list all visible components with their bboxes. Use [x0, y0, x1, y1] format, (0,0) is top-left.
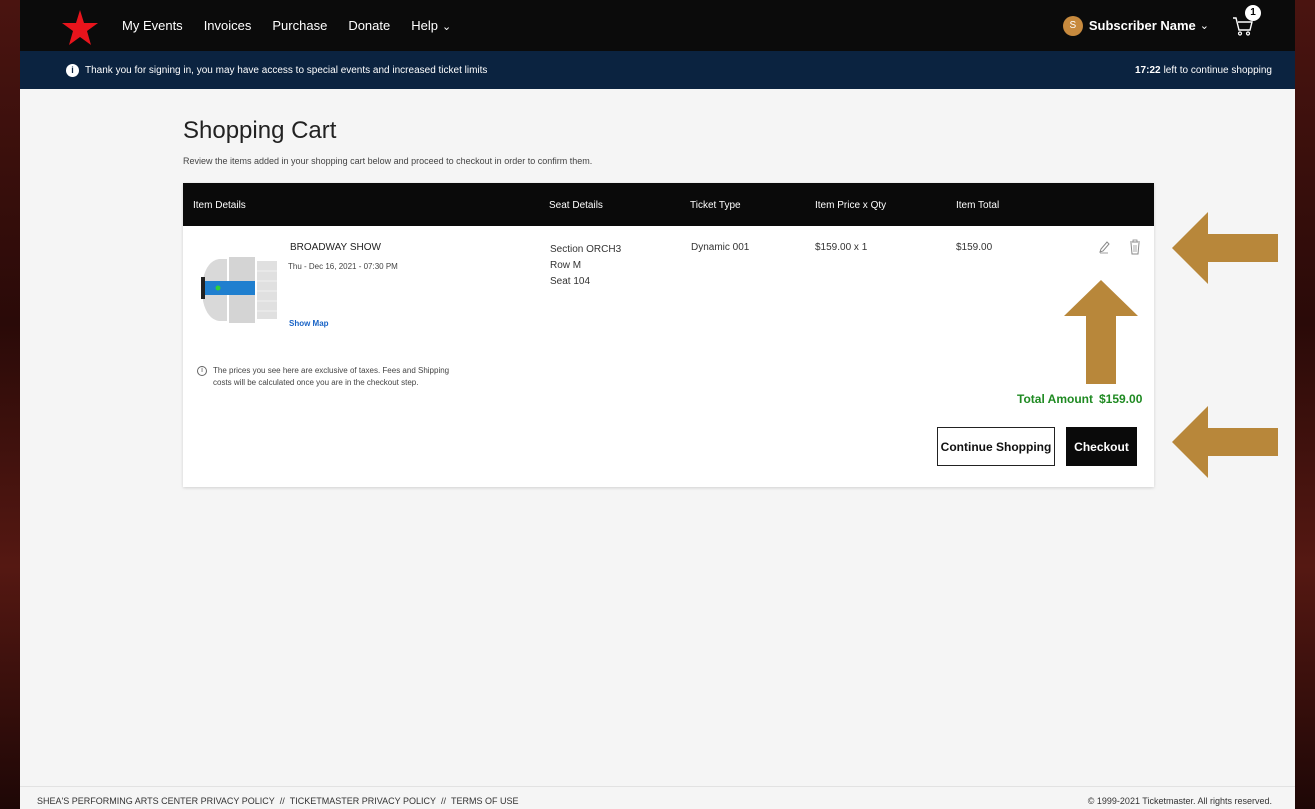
background-left: [0, 0, 20, 809]
continue-shopping-button[interactable]: Continue Shopping: [937, 427, 1055, 466]
user-area: S Subscriber Name ⌄ 1: [1062, 0, 1261, 51]
star-logo-icon[interactable]: [60, 8, 100, 48]
nav-links: My Events Invoices Purchase Donate Help ⌄: [122, 0, 472, 51]
tax-note: i The prices you see here are exclusive …: [197, 365, 457, 389]
nav-donate[interactable]: Donate: [348, 18, 390, 33]
timer-value: 17:22: [1135, 64, 1161, 76]
chevron-down-icon: ⌄: [441, 21, 452, 33]
cart-table-header: Item Details Seat Details Ticket Type It…: [183, 183, 1154, 226]
cart-count-badge: 1: [1245, 4, 1261, 21]
trash-icon[interactable]: [1128, 239, 1142, 255]
info-icon: i: [66, 63, 79, 77]
seat-map-thumbnail[interactable]: [197, 251, 281, 329]
column-item-total: Item Total: [956, 200, 1000, 211]
item-total: $159.00: [956, 242, 993, 253]
seat-details: Section ORCH3 Row M Seat 104: [550, 242, 621, 290]
nav-invoices[interactable]: Invoices: [204, 18, 252, 33]
footer-link-sheas-privacy[interactable]: SHEA'S PERFORMING ARTS CENTER PRIVACY PO…: [37, 796, 275, 806]
info-bar: i Thank you for signing in, you may have…: [20, 51, 1295, 89]
seat-number: Seat 104: [550, 276, 591, 287]
annotation-arrow-left-icon: [1172, 406, 1278, 478]
nav-purchase[interactable]: Purchase: [272, 18, 327, 33]
nav-my-events[interactable]: My Events: [122, 18, 183, 33]
total-amount: Total Amount $159.00: [1017, 392, 1142, 406]
footer-link-ticketmaster-privacy[interactable]: TICKETMASTER PRIVACY POLICY: [290, 796, 436, 806]
column-item-price-qty: Item Price x Qty: [815, 200, 887, 211]
show-map-link[interactable]: Show Map: [289, 319, 329, 328]
ticket-type: Dynamic 001: [691, 242, 750, 253]
total-value: $159.00: [1098, 392, 1143, 406]
footer-separator: //: [441, 796, 447, 806]
annotation-arrow-up-icon: [1064, 280, 1138, 384]
footer: SHEA'S PERFORMING ARTS CENTER PRIVACY PO…: [20, 786, 1295, 809]
shopping-timer: 17:22 left to continue shopping: [1135, 51, 1272, 89]
footer-copyright: © 1999-2021 Ticketmaster. All rights res…: [1087, 796, 1272, 806]
user-name[interactable]: Subscriber Name: [1089, 18, 1196, 33]
checkout-button[interactable]: Checkout: [1066, 427, 1137, 466]
tax-note-text: The prices you see here are exclusive of…: [213, 366, 450, 387]
cart-card: Item Details Seat Details Ticket Type It…: [183, 183, 1154, 487]
annotation-arrow-left-icon: [1172, 212, 1278, 284]
event-name: BROADWAY SHOW: [290, 242, 381, 253]
chevron-down-icon[interactable]: ⌄: [1200, 19, 1209, 32]
nav-help[interactable]: Help ⌄: [411, 18, 451, 33]
timer-suffix: left to continue shopping: [1163, 64, 1272, 76]
column-seat-details: Seat Details: [549, 200, 603, 211]
column-ticket-type: Ticket Type: [690, 200, 741, 211]
sign-in-notice: i Thank you for signing in, you may have…: [66, 51, 487, 89]
sign-in-message: Thank you for signing in, you may have a…: [85, 64, 488, 76]
info-circle-icon: i: [197, 366, 207, 376]
page-subtitle: Review the items added in your shopping …: [183, 156, 593, 166]
background-right: [1295, 0, 1315, 809]
seat-section: Section ORCH3: [550, 244, 622, 255]
seat-row: Row M: [550, 260, 582, 271]
column-item-details: Item Details: [193, 200, 246, 211]
main-content: Shopping Cart Review the items added in …: [20, 89, 1295, 809]
edit-pencil-icon[interactable]: [1097, 240, 1111, 254]
nav-help-label: Help: [411, 18, 438, 33]
event-date: Thu - Dec 16, 2021 - 07:30 PM: [288, 262, 398, 271]
item-price-qty: $159.00 x 1: [815, 242, 868, 253]
total-label: Total Amount: [1017, 392, 1093, 406]
page-title: Shopping Cart: [183, 117, 337, 144]
footer-links: SHEA'S PERFORMING ARTS CENTER PRIVACY PO…: [37, 796, 519, 806]
footer-separator: //: [279, 796, 285, 806]
footer-link-terms[interactable]: TERMS OF USE: [451, 796, 519, 806]
cart-button[interactable]: 1: [1231, 4, 1261, 38]
top-navigation: My Events Invoices Purchase Donate Help ⌄…: [20, 0, 1295, 51]
avatar[interactable]: S: [1062, 15, 1083, 36]
